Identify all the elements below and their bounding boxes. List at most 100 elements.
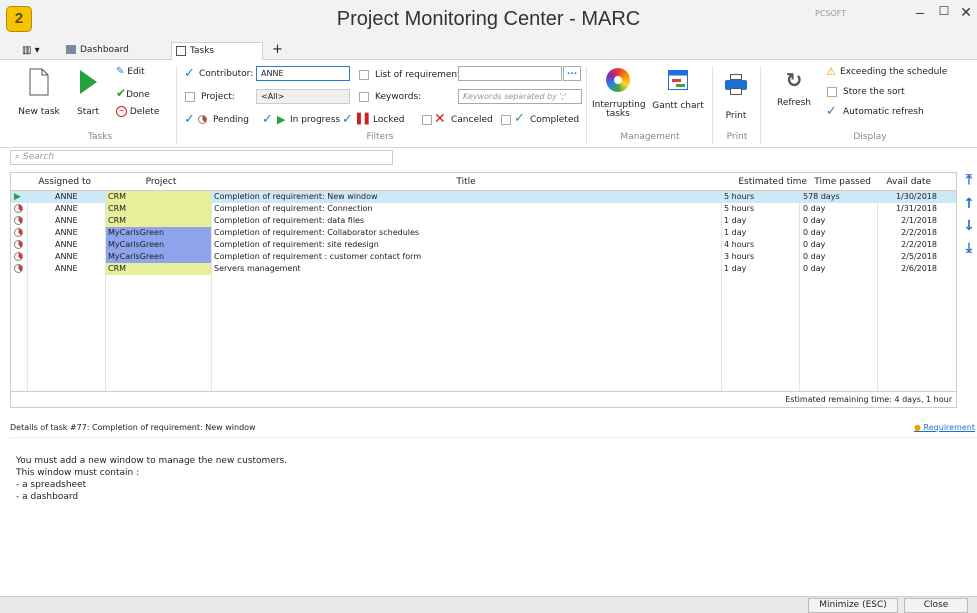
- start-label: Start: [77, 107, 99, 117]
- brand-logo: PCSOFT: [815, 9, 847, 18]
- cell-assigned: ANNE: [55, 228, 78, 237]
- minimize-button[interactable]: Minimize (ESC): [808, 598, 898, 613]
- cell-project: CRM: [106, 203, 211, 215]
- print-label: Print: [725, 111, 747, 121]
- close-window-button[interactable]: ✕: [956, 4, 976, 21]
- refresh-label: Refresh: [777, 98, 811, 108]
- pending-icon: [14, 252, 23, 261]
- cell-assigned: ANNE: [55, 192, 78, 201]
- auto-refresh-checkbox[interactable]: ✓: [826, 104, 837, 119]
- contributor-checkbox[interactable]: ✓: [184, 66, 195, 81]
- project-label: Project:: [201, 92, 235, 102]
- start-button[interactable]: Start: [70, 66, 106, 124]
- requirements-checkbox[interactable]: [359, 70, 369, 80]
- play-icon: [80, 70, 97, 94]
- pending-icon: [14, 228, 23, 237]
- cell-estimated: 3 hours: [724, 252, 755, 261]
- next-row-icon[interactable]: ↓: [962, 218, 976, 234]
- cell-title: Completion of requirement : customer con…: [214, 252, 422, 261]
- requirements-browse-button[interactable]: ...: [563, 66, 581, 81]
- done-button[interactable]: ✔Done: [116, 86, 166, 100]
- cell-estimated: 1 day: [724, 216, 747, 225]
- keywords-label: Keywords:: [375, 92, 422, 102]
- cell-assigned: ANNE: [55, 240, 78, 249]
- exceeding-schedule-label[interactable]: Exceeding the schedule: [840, 67, 947, 77]
- dashboard-icon: [66, 45, 76, 54]
- pending-icon: [14, 216, 23, 225]
- pending-checkbox[interactable]: ✓: [184, 112, 195, 127]
- task-description: You must add a new window to manage the …: [16, 456, 288, 502]
- contributor-combo[interactable]: ANNE: [256, 66, 350, 81]
- minimize-window-button[interactable]: –: [910, 4, 930, 20]
- tab-tasks[interactable]: Tasks [ANNE]×: [171, 42, 263, 73]
- table-row[interactable]: ANNE MyCarlsGreen Completion of requiremen…: [11, 251, 956, 263]
- project-combo[interactable]: <All>: [256, 89, 350, 104]
- project-checkbox[interactable]: [185, 92, 195, 102]
- menu-button[interactable]: ▥ ▾: [18, 42, 48, 60]
- store-sort-checkbox[interactable]: [827, 87, 837, 97]
- requirement-link[interactable]: ● Requirement: [914, 418, 975, 438]
- last-row-icon[interactable]: ⤓: [962, 240, 976, 256]
- ribbon: New task Start ✎ Edit ✔Done – Delete Tas…: [0, 60, 977, 148]
- refresh-button[interactable]: ↻ Refresh: [772, 68, 816, 128]
- column-header-title[interactable]: Title: [211, 173, 721, 191]
- canceled-checkbox[interactable]: [422, 115, 432, 125]
- gantt-chart-button[interactable]: Gantt chart: [652, 68, 704, 128]
- add-tab-button[interactable]: +: [268, 42, 284, 60]
- search-placeholder: Search: [22, 152, 55, 162]
- table-row[interactable]: ANNE MyCarlsGreen Completion of requiremen…: [11, 227, 956, 239]
- search-input[interactable]: ⌕ Search: [10, 150, 393, 165]
- cell-avail: 2/2/2018: [901, 240, 937, 249]
- checkmark-icon: ✓: [514, 111, 525, 126]
- in-progress-checkbox[interactable]: ✓: [262, 112, 273, 127]
- printer-icon: [725, 74, 747, 98]
- requirements-field[interactable]: [458, 66, 562, 81]
- column-header-project[interactable]: Project: [111, 173, 211, 191]
- locked-checkbox[interactable]: ✓: [342, 112, 353, 127]
- print-button[interactable]: Print: [718, 68, 754, 128]
- tab-dashboard[interactable]: Dashboard [ANNE]×: [62, 42, 174, 72]
- table-row[interactable]: ANNE MyCarlsGreen Completion of requiremen…: [11, 239, 956, 251]
- table-row[interactable]: ANNE CRM Completion of requirement: data f…: [11, 215, 956, 227]
- cell-project: CRM: [106, 191, 211, 203]
- cell-estimated: 1 day: [724, 228, 747, 237]
- details-heading: Details of task #77: Completion of requi…: [10, 423, 256, 432]
- requirements-label: List of requirements:: [375, 70, 469, 80]
- tab-bar: ▥ ▾ Dashboard [ANNE]× Tasks [ANNE]× +: [0, 40, 977, 73]
- done-label: Done: [126, 90, 150, 100]
- cell-avail: 1/30/2018: [895, 192, 937, 201]
- cell-avail: 2/1/2018: [901, 216, 937, 225]
- contributor-label: Contributor:: [199, 69, 254, 79]
- new-task-label: New task: [18, 107, 60, 117]
- interrupting-tasks-button[interactable]: Interrupting tasks: [592, 68, 646, 128]
- cell-project: MyCarlsGreen: [106, 239, 211, 251]
- table-row[interactable]: ANNE CRM Servers management 1 day 0 day 2/6/2…: [11, 263, 956, 275]
- keywords-field[interactable]: Keywords separated by ';': [458, 89, 582, 104]
- table-row[interactable]: ▶ ANNE CRM Completion of requirement: New w…: [11, 191, 956, 203]
- delete-button[interactable]: – Delete: [116, 106, 170, 120]
- cell-project: CRM: [106, 263, 211, 275]
- remaining-time: Estimated remaining time: 4 days, 1 hour: [11, 391, 956, 407]
- table-row[interactable]: ANNE CRM Completion of requirement: Connec…: [11, 203, 956, 215]
- column-header-estimated[interactable]: Estimated time: [729, 173, 807, 191]
- completed-checkbox[interactable]: [501, 115, 511, 125]
- new-task-button[interactable]: New task: [18, 66, 60, 124]
- first-row-icon[interactable]: ⤒: [962, 172, 976, 188]
- title-bar: 2 Project Monitoring Center - MARC PCSOF…: [0, 0, 977, 40]
- cell-avail: 2/2/2018: [901, 228, 937, 237]
- cell-avail: 1/31/2018: [895, 204, 937, 213]
- color-wheel-icon: [606, 68, 630, 92]
- edit-icon: ✎: [116, 66, 125, 77]
- maximize-window-button[interactable]: ☐: [934, 4, 954, 18]
- column-header-avail[interactable]: Avail date: [881, 173, 931, 191]
- previous-row-icon[interactable]: ↑: [962, 196, 976, 212]
- column-header-assigned[interactable]: Assigned to: [27, 173, 91, 191]
- edit-button[interactable]: ✎ Edit: [116, 66, 166, 80]
- warning-icon: ⚠: [826, 65, 836, 78]
- close-button[interactable]: Close: [904, 598, 968, 613]
- column-header-passed[interactable]: Time passed: [809, 173, 871, 191]
- cell-passed: 0 day: [803, 228, 826, 237]
- cell-assigned: ANNE: [55, 252, 78, 261]
- locked-label: Locked: [373, 115, 405, 125]
- keywords-checkbox[interactable]: [359, 92, 369, 102]
